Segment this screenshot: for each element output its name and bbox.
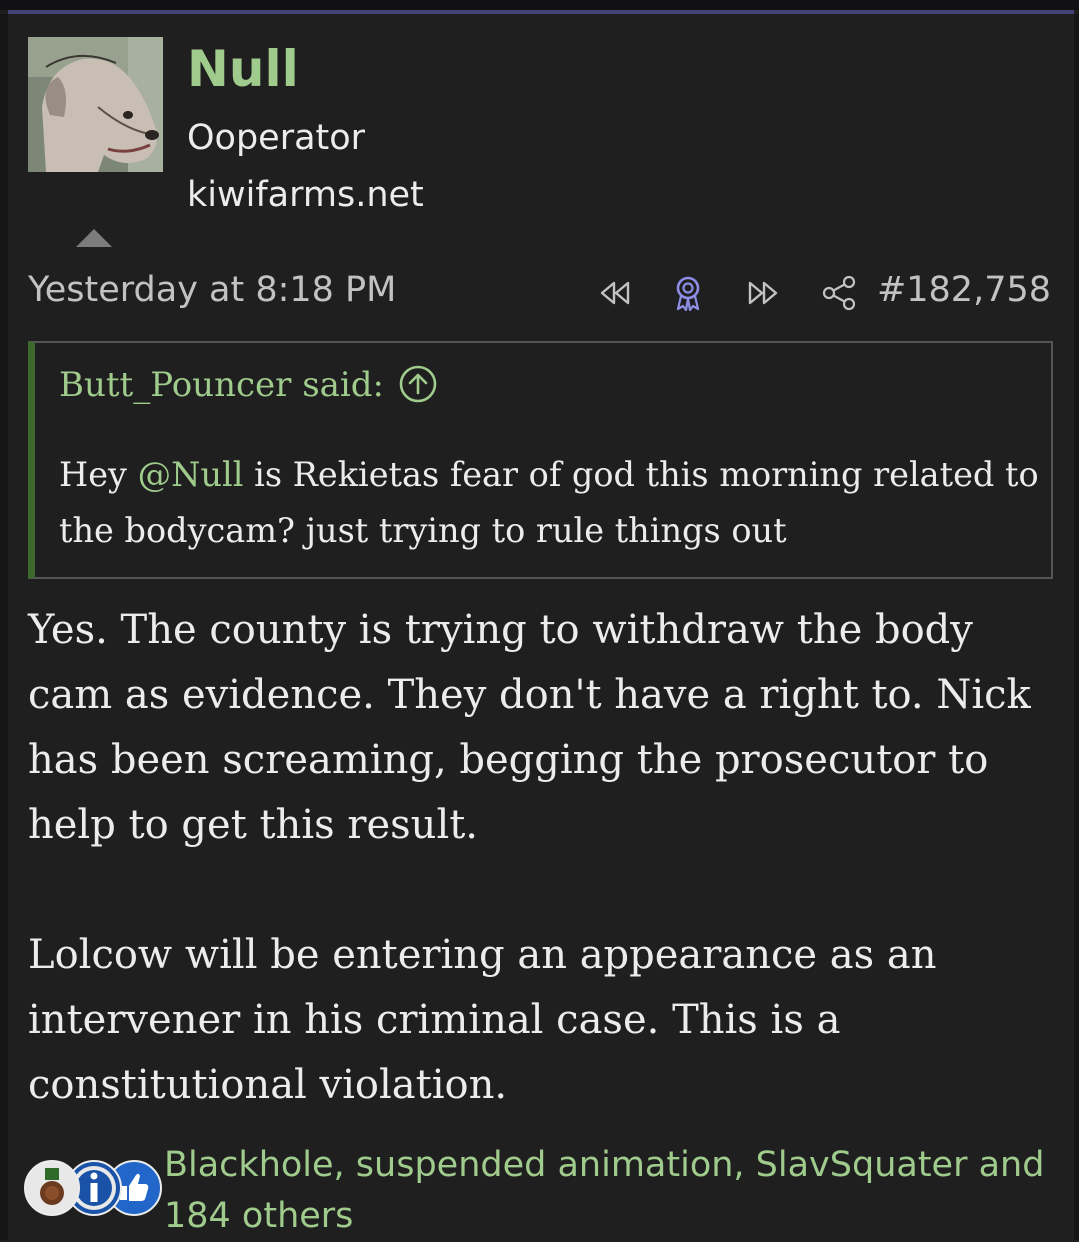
reaction-icons[interactable]: [24, 1160, 164, 1220]
rewind-icon[interactable]: [594, 275, 634, 311]
post-top-accent: [8, 10, 1074, 14]
share-icon[interactable]: [820, 275, 860, 311]
frame-right: [1074, 14, 1079, 1240]
collapse-caret-icon[interactable]: [76, 229, 112, 247]
quote-block: Butt_Pouncer said: Hey @Null is Rekietas…: [28, 341, 1053, 579]
user-title: Ooperator: [187, 118, 366, 158]
post-paragraph: Lolcow will be entering an appearance as…: [28, 932, 937, 1108]
quote-author[interactable]: Butt_Pouncer said:: [59, 365, 384, 405]
quote-header[interactable]: Butt_Pouncer said:: [59, 365, 438, 405]
post-number[interactable]: #182,758: [877, 270, 1051, 310]
post-timestamp[interactable]: Yesterday at 8:18 PM: [28, 270, 396, 310]
frame-left: [0, 14, 8, 1240]
user-avatar[interactable]: [28, 37, 163, 172]
award-ribbon-icon[interactable]: [668, 275, 708, 311]
username[interactable]: Null: [187, 42, 299, 97]
fast-forward-icon[interactable]: [744, 275, 784, 311]
dog-avatar-icon: [28, 37, 163, 172]
quote-text: Hey @Null is Rekietas fear of god this m…: [59, 447, 1044, 559]
user-site: kiwifarms.net: [187, 175, 424, 215]
reaction-list-link[interactable]: Blackhole, suspended animation, SlavSqua…: [164, 1140, 1054, 1242]
arrow-up-circle-icon[interactable]: [398, 364, 438, 404]
post-body: Yes. The county is trying to withdraw th…: [28, 598, 1058, 1118]
medal-icon: [24, 1160, 80, 1216]
post-paragraph: Yes. The county is trying to withdraw th…: [28, 607, 1031, 848]
top-bar: [0, 0, 1079, 10]
quote-text-start: Hey: [59, 455, 138, 494]
user-mention-link[interactable]: @Null: [138, 455, 244, 494]
